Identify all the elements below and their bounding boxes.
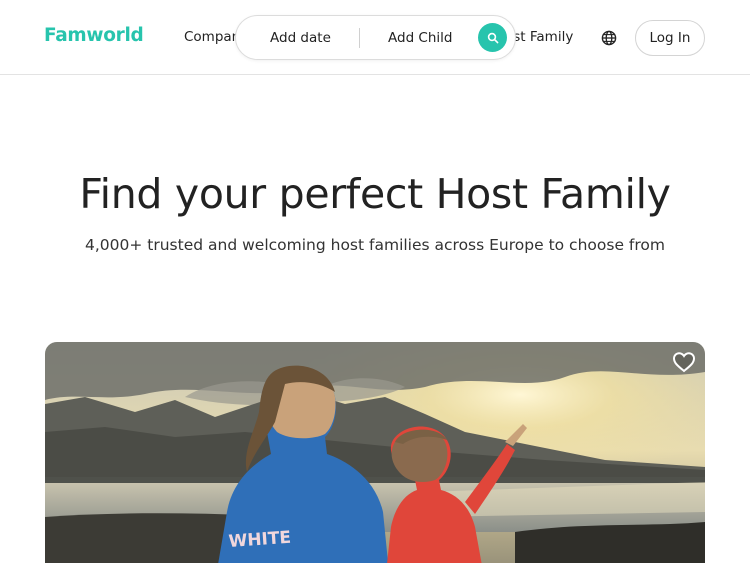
- search-icon: [487, 32, 498, 43]
- logo[interactable]: Famworld: [44, 25, 144, 46]
- search-button[interactable]: [478, 23, 507, 52]
- top-navbar: Famworld Compan ost Family Add date Add …: [0, 0, 750, 75]
- login-button[interactable]: Log In: [635, 20, 705, 56]
- host-family-photo: WHITE: [45, 342, 705, 563]
- add-child-field[interactable]: Add Child: [388, 30, 452, 46]
- heart-icon[interactable]: [672, 351, 696, 373]
- search-divider: [359, 28, 360, 48]
- nav-companies-link[interactable]: Compan: [184, 29, 240, 45]
- search-bar[interactable]: Add date Add Child: [235, 15, 516, 60]
- featured-photo-card[interactable]: WHITE: [45, 342, 705, 563]
- add-date-field[interactable]: Add date: [270, 30, 331, 46]
- hero-title: Find your perfect Host Family: [79, 170, 671, 218]
- hero-subtitle: 4,000+ trusted and welcoming host famili…: [85, 236, 665, 254]
- globe-icon[interactable]: [601, 30, 617, 46]
